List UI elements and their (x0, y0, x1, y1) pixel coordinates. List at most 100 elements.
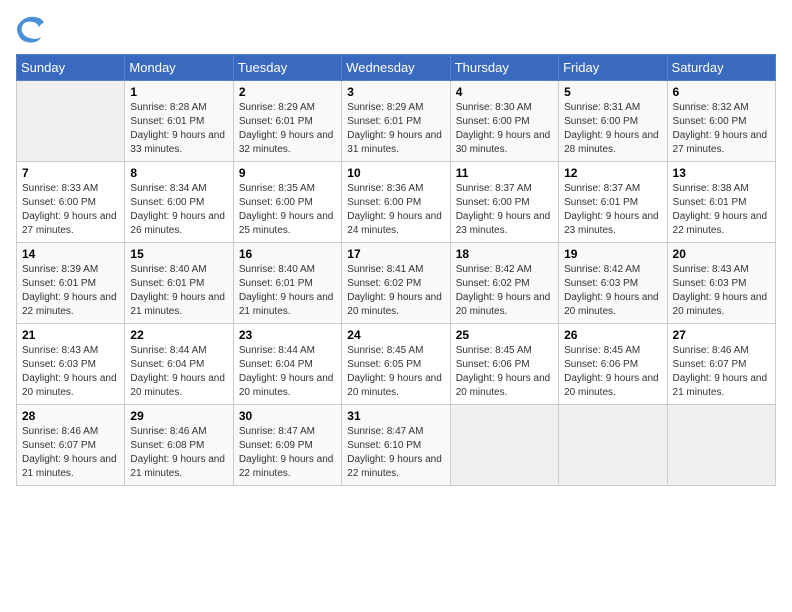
day-info: Sunrise: 8:42 AM Sunset: 6:03 PM Dayligh… (564, 263, 661, 319)
day-number: 30 (239, 409, 336, 423)
day-info: Sunrise: 8:47 AM Sunset: 6:09 PM Dayligh… (239, 425, 336, 481)
day-number: 12 (564, 166, 661, 180)
header-day-thursday: Thursday (450, 55, 558, 81)
header-day-tuesday: Tuesday (233, 55, 341, 81)
calendar-cell: 27 Sunrise: 8:46 AM Sunset: 6:07 PM Dayl… (667, 324, 775, 405)
day-info: Sunrise: 8:39 AM Sunset: 6:01 PM Dayligh… (22, 263, 119, 319)
header-row: SundayMondayTuesdayWednesdayThursdayFrid… (17, 55, 776, 81)
calendar-cell: 23 Sunrise: 8:44 AM Sunset: 6:04 PM Dayl… (233, 324, 341, 405)
header-day-sunday: Sunday (17, 55, 125, 81)
calendar-cell: 31 Sunrise: 8:47 AM Sunset: 6:10 PM Dayl… (342, 405, 450, 486)
week-row-1: 1 Sunrise: 8:28 AM Sunset: 6:01 PM Dayli… (17, 81, 776, 162)
day-number: 21 (22, 328, 119, 342)
day-info: Sunrise: 8:36 AM Sunset: 6:00 PM Dayligh… (347, 182, 444, 238)
day-number: 22 (130, 328, 227, 342)
calendar-cell (450, 405, 558, 486)
calendar-cell: 18 Sunrise: 8:42 AM Sunset: 6:02 PM Dayl… (450, 243, 558, 324)
day-number: 4 (456, 85, 553, 99)
day-info: Sunrise: 8:46 AM Sunset: 6:08 PM Dayligh… (130, 425, 227, 481)
calendar-cell: 30 Sunrise: 8:47 AM Sunset: 6:09 PM Dayl… (233, 405, 341, 486)
day-number: 20 (673, 247, 770, 261)
day-number: 6 (673, 85, 770, 99)
day-info: Sunrise: 8:35 AM Sunset: 6:00 PM Dayligh… (239, 182, 336, 238)
week-row-3: 14 Sunrise: 8:39 AM Sunset: 6:01 PM Dayl… (17, 243, 776, 324)
calendar-cell: 26 Sunrise: 8:45 AM Sunset: 6:06 PM Dayl… (559, 324, 667, 405)
day-info: Sunrise: 8:32 AM Sunset: 6:00 PM Dayligh… (673, 101, 770, 157)
day-info: Sunrise: 8:45 AM Sunset: 6:06 PM Dayligh… (456, 344, 553, 400)
day-info: Sunrise: 8:46 AM Sunset: 6:07 PM Dayligh… (22, 425, 119, 481)
calendar-cell: 5 Sunrise: 8:31 AM Sunset: 6:00 PM Dayli… (559, 81, 667, 162)
day-info: Sunrise: 8:41 AM Sunset: 6:02 PM Dayligh… (347, 263, 444, 319)
day-info: Sunrise: 8:43 AM Sunset: 6:03 PM Dayligh… (673, 263, 770, 319)
day-number: 5 (564, 85, 661, 99)
day-info: Sunrise: 8:44 AM Sunset: 6:04 PM Dayligh… (130, 344, 227, 400)
calendar-cell: 20 Sunrise: 8:43 AM Sunset: 6:03 PM Dayl… (667, 243, 775, 324)
calendar-cell: 16 Sunrise: 8:40 AM Sunset: 6:01 PM Dayl… (233, 243, 341, 324)
header-day-wednesday: Wednesday (342, 55, 450, 81)
day-number: 17 (347, 247, 444, 261)
day-info: Sunrise: 8:43 AM Sunset: 6:03 PM Dayligh… (22, 344, 119, 400)
day-info: Sunrise: 8:44 AM Sunset: 6:04 PM Dayligh… (239, 344, 336, 400)
header (16, 16, 776, 44)
week-row-4: 21 Sunrise: 8:43 AM Sunset: 6:03 PM Dayl… (17, 324, 776, 405)
day-info: Sunrise: 8:30 AM Sunset: 6:00 PM Dayligh… (456, 101, 553, 157)
calendar-cell: 1 Sunrise: 8:28 AM Sunset: 6:01 PM Dayli… (125, 81, 233, 162)
day-info: Sunrise: 8:46 AM Sunset: 6:07 PM Dayligh… (673, 344, 770, 400)
day-info: Sunrise: 8:29 AM Sunset: 6:01 PM Dayligh… (347, 101, 444, 157)
day-number: 25 (456, 328, 553, 342)
day-number: 28 (22, 409, 119, 423)
logo (16, 16, 48, 44)
day-number: 13 (673, 166, 770, 180)
day-number: 1 (130, 85, 227, 99)
calendar-cell: 11 Sunrise: 8:37 AM Sunset: 6:00 PM Dayl… (450, 162, 558, 243)
calendar-table: SundayMondayTuesdayWednesdayThursdayFrid… (16, 54, 776, 486)
calendar-cell: 3 Sunrise: 8:29 AM Sunset: 6:01 PM Dayli… (342, 81, 450, 162)
calendar-cell (17, 81, 125, 162)
calendar-cell: 2 Sunrise: 8:29 AM Sunset: 6:01 PM Dayli… (233, 81, 341, 162)
day-number: 3 (347, 85, 444, 99)
day-number: 16 (239, 247, 336, 261)
calendar-cell: 12 Sunrise: 8:37 AM Sunset: 6:01 PM Dayl… (559, 162, 667, 243)
calendar-cell: 7 Sunrise: 8:33 AM Sunset: 6:00 PM Dayli… (17, 162, 125, 243)
day-info: Sunrise: 8:40 AM Sunset: 6:01 PM Dayligh… (130, 263, 227, 319)
day-info: Sunrise: 8:31 AM Sunset: 6:00 PM Dayligh… (564, 101, 661, 157)
calendar-cell: 24 Sunrise: 8:45 AM Sunset: 6:05 PM Dayl… (342, 324, 450, 405)
day-number: 31 (347, 409, 444, 423)
day-number: 19 (564, 247, 661, 261)
day-number: 18 (456, 247, 553, 261)
day-info: Sunrise: 8:47 AM Sunset: 6:10 PM Dayligh… (347, 425, 444, 481)
calendar-cell: 13 Sunrise: 8:38 AM Sunset: 6:01 PM Dayl… (667, 162, 775, 243)
day-info: Sunrise: 8:34 AM Sunset: 6:00 PM Dayligh… (130, 182, 227, 238)
day-number: 7 (22, 166, 119, 180)
day-info: Sunrise: 8:37 AM Sunset: 6:00 PM Dayligh… (456, 182, 553, 238)
day-number: 23 (239, 328, 336, 342)
day-info: Sunrise: 8:42 AM Sunset: 6:02 PM Dayligh… (456, 263, 553, 319)
day-number: 8 (130, 166, 227, 180)
day-number: 26 (564, 328, 661, 342)
calendar-cell: 10 Sunrise: 8:36 AM Sunset: 6:00 PM Dayl… (342, 162, 450, 243)
calendar-cell: 21 Sunrise: 8:43 AM Sunset: 6:03 PM Dayl… (17, 324, 125, 405)
calendar-cell: 4 Sunrise: 8:30 AM Sunset: 6:00 PM Dayli… (450, 81, 558, 162)
day-info: Sunrise: 8:33 AM Sunset: 6:00 PM Dayligh… (22, 182, 119, 238)
day-number: 9 (239, 166, 336, 180)
day-info: Sunrise: 8:40 AM Sunset: 6:01 PM Dayligh… (239, 263, 336, 319)
day-number: 15 (130, 247, 227, 261)
calendar-cell: 8 Sunrise: 8:34 AM Sunset: 6:00 PM Dayli… (125, 162, 233, 243)
calendar-cell: 15 Sunrise: 8:40 AM Sunset: 6:01 PM Dayl… (125, 243, 233, 324)
header-day-saturday: Saturday (667, 55, 775, 81)
day-number: 10 (347, 166, 444, 180)
calendar-cell (559, 405, 667, 486)
calendar-cell: 19 Sunrise: 8:42 AM Sunset: 6:03 PM Dayl… (559, 243, 667, 324)
header-day-monday: Monday (125, 55, 233, 81)
calendar-cell (667, 405, 775, 486)
calendar-cell: 25 Sunrise: 8:45 AM Sunset: 6:06 PM Dayl… (450, 324, 558, 405)
calendar-cell: 29 Sunrise: 8:46 AM Sunset: 6:08 PM Dayl… (125, 405, 233, 486)
day-number: 29 (130, 409, 227, 423)
day-number: 2 (239, 85, 336, 99)
day-number: 14 (22, 247, 119, 261)
calendar-cell: 9 Sunrise: 8:35 AM Sunset: 6:00 PM Dayli… (233, 162, 341, 243)
calendar-cell: 6 Sunrise: 8:32 AM Sunset: 6:00 PM Dayli… (667, 81, 775, 162)
calendar-cell: 22 Sunrise: 8:44 AM Sunset: 6:04 PM Dayl… (125, 324, 233, 405)
day-info: Sunrise: 8:29 AM Sunset: 6:01 PM Dayligh… (239, 101, 336, 157)
day-info: Sunrise: 8:45 AM Sunset: 6:05 PM Dayligh… (347, 344, 444, 400)
